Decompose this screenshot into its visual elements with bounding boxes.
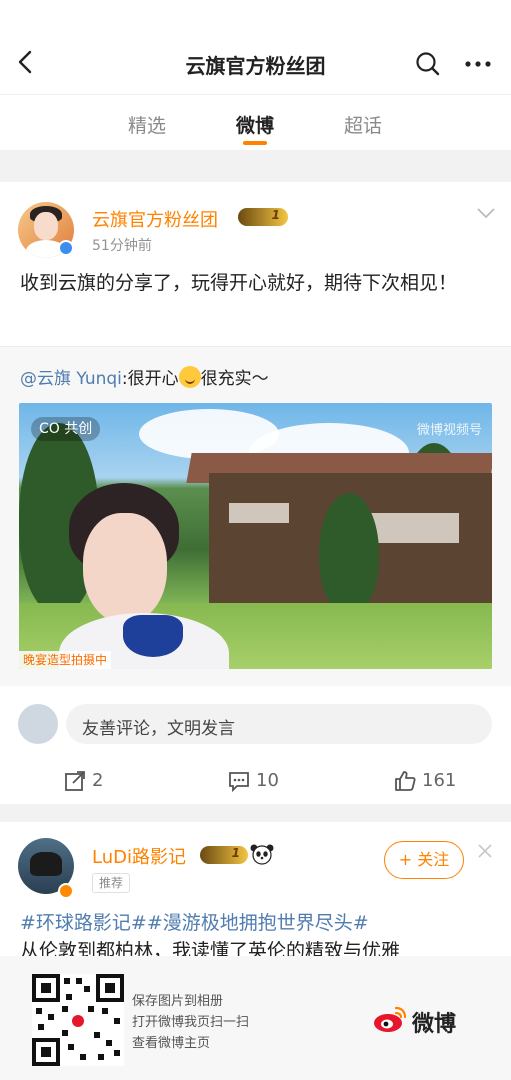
- verified-badge-icon: [58, 883, 74, 899]
- chevron-down-icon[interactable]: [476, 206, 496, 220]
- building-window: [229, 503, 289, 523]
- comment-count: 10: [256, 770, 279, 791]
- my-avatar: [18, 704, 58, 744]
- comment-input[interactable]: 友善评论，文明发言: [66, 704, 492, 744]
- repost-mention-link[interactable]: @云旗 Yunqi: [20, 369, 122, 389]
- qr-instruction: 保存图片到相册: [132, 994, 224, 1009]
- recommend-tag: 推荐: [92, 873, 131, 893]
- building-window: [369, 513, 459, 543]
- qr-instruction: 查看微博主页: [132, 1036, 211, 1051]
- tab-super-topic[interactable]: 超话: [344, 111, 382, 138]
- person-bow: [123, 615, 183, 657]
- repost-count: 2: [92, 770, 104, 791]
- cocreate-label: 共创: [64, 421, 93, 437]
- comment-placeholder: 友善评论，文明发言: [82, 719, 235, 739]
- video-caption-tag: 晚宴造型拍摄中: [19, 651, 112, 669]
- weibo-logo-icon: [374, 1006, 407, 1032]
- avatar-face: [34, 212, 58, 240]
- close-icon[interactable]: [476, 842, 494, 860]
- video-watermark: 微博视频号: [417, 423, 483, 438]
- smiling-face-emoji-icon: [178, 366, 201, 388]
- status-bar: [0, 0, 511, 32]
- tab-weibo[interactable]: 微博: [236, 111, 274, 138]
- cocreate-badge: CO 共创: [31, 417, 101, 441]
- verified-badge-icon: [58, 240, 74, 256]
- thumbs-up-icon: [395, 771, 416, 791]
- weibo-brand-text: 微博: [412, 1012, 457, 1037]
- post-timestamp: 51分钟前: [92, 238, 152, 254]
- comment-icon: [229, 772, 249, 792]
- share-footer: 保存图片到相册 打开微博我页扫一扫 查看微博主页 微博: [0, 956, 511, 1080]
- vip-level: 1: [271, 208, 280, 222]
- search-icon[interactable]: [414, 50, 442, 78]
- active-tab-indicator: [243, 141, 267, 145]
- rock-shape: [30, 852, 62, 876]
- vip-level: 1: [231, 846, 240, 860]
- tab-featured[interactable]: 精选: [128, 111, 166, 138]
- video-thumbnail[interactable]: CO 共创 微博视频号 晚宴造型拍摄中: [19, 403, 492, 669]
- author-name[interactable]: LuDi路影记: [92, 843, 186, 869]
- person-face: [83, 513, 167, 623]
- repost-text-part1: :很开心: [121, 369, 179, 389]
- cocreate-icon: CO: [39, 421, 60, 437]
- post-body-text: 收到云旗的分享了，玩得开心就好，期待下次相见！: [20, 272, 458, 294]
- follow-button[interactable]: + 关注: [384, 841, 464, 879]
- repost-text-part2: 很充实～: [200, 369, 269, 389]
- hashtag-links[interactable]: #环球路影记##漫游极地拥抱世界尽头#: [20, 908, 369, 935]
- share-icon: [65, 771, 85, 791]
- author-name[interactable]: 云旗官方粉丝团: [92, 206, 218, 232]
- post-body-text: 从伦敦到都柏林，我读懂了英伦的精致与优雅: [20, 940, 401, 956]
- tree-shape: [319, 493, 379, 613]
- repost-text: @云旗 Yunqi:很开心 很充实～: [20, 364, 269, 389]
- navigation-bar: 云旗官方粉丝团: [0, 32, 511, 94]
- vip-badge-icon: 1: [238, 208, 288, 226]
- profile-tabs: 精选 微博 超话: [0, 94, 511, 150]
- panda-icon: [250, 844, 274, 865]
- like-count: 161: [422, 770, 457, 791]
- qr-code-icon: [32, 974, 124, 1066]
- vip-badge-icon: 1: [200, 846, 248, 864]
- qr-instruction: 打开微博我页扫一扫: [132, 1015, 250, 1030]
- ellipsis-icon[interactable]: [462, 50, 494, 78]
